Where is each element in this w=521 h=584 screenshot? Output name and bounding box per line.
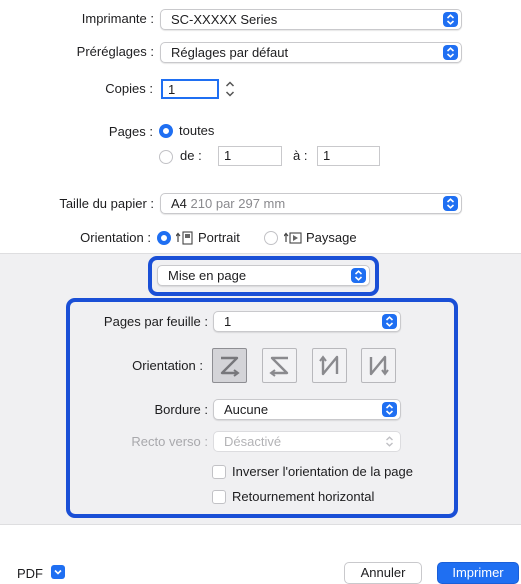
pages-from-field[interactable]: 1 <box>218 146 282 166</box>
flip-horizontal-label: Retournement horizontal <box>232 489 375 504</box>
copies-field[interactable]: 1 <box>161 79 219 99</box>
portrait-icon <box>176 231 193 245</box>
popup-arrows-icon <box>382 402 397 417</box>
presets-popup[interactable]: Réglages par défaut <box>160 42 462 63</box>
popup-arrows-icon <box>443 196 458 211</box>
border-popup[interactable]: Aucune <box>213 399 401 420</box>
pages-to-label: à : <box>293 148 308 163</box>
duplex-popup: Désactivé <box>213 431 401 452</box>
paper-size-value: A4 <box>171 196 187 211</box>
printer-label: Imprimante : <box>81 11 154 26</box>
reverse-orientation-label: Inverser l'orientation de la page <box>232 464 413 479</box>
orientation-portrait-radio[interactable] <box>157 231 171 245</box>
pages-all-radio[interactable] <box>159 124 173 138</box>
duplex-value: Désactivé <box>224 434 282 449</box>
copies-label: Copies : <box>105 81 153 96</box>
pages-per-sheet-label: Pages par feuille : <box>103 314 208 329</box>
print-button[interactable]: Imprimer <box>437 562 519 584</box>
popup-arrows-icon <box>443 45 458 60</box>
popup-arrows-icon <box>443 12 458 27</box>
paper-size-popup[interactable]: A4 210 par 297 mm <box>160 193 462 214</box>
border-label: Bordure : <box>154 402 208 417</box>
pages-per-sheet-value: 1 <box>224 314 232 329</box>
popup-arrows-icon <box>382 314 397 329</box>
section-value: Mise en page <box>168 268 247 283</box>
presets-value: Réglages par défaut <box>171 45 289 60</box>
reverse-n-order-icon[interactable] <box>312 348 347 383</box>
pdf-label: PDF <box>17 566 43 581</box>
copies-stepper[interactable] <box>223 78 237 100</box>
paper-size-detail: 210 par 297 mm <box>190 196 286 211</box>
z-order-icon[interactable] <box>212 348 247 383</box>
orientation-portrait-label: Portrait <box>198 230 240 245</box>
layout-direction-label: Orientation : <box>132 358 203 373</box>
reverse-z-order-icon[interactable] <box>262 348 297 383</box>
n-order-icon[interactable] <box>361 348 396 383</box>
pdf-menu[interactable]: PDF <box>17 565 65 581</box>
presets-label: Préréglages : <box>76 44 154 59</box>
reverse-orientation-checkbox[interactable] <box>212 465 226 479</box>
pages-per-sheet-popup[interactable]: 1 <box>213 311 401 332</box>
section-popup[interactable]: Mise en page <box>157 265 370 286</box>
stepper-arrows-icon <box>225 81 235 97</box>
flip-horizontal-checkbox[interactable] <box>212 490 226 504</box>
popup-arrows-icon <box>382 434 397 449</box>
border-value: Aucune <box>224 402 269 417</box>
duplex-label: Recto verso : <box>131 434 208 449</box>
paper-size-label: Taille du papier : <box>59 196 154 211</box>
pages-from-label: de : <box>180 148 202 163</box>
pages-label: Pages : <box>108 124 153 139</box>
printer-popup[interactable]: SC-XXXXX Series <box>160 9 462 30</box>
orientation-landscape-radio[interactable] <box>264 231 278 245</box>
pages-to-field[interactable]: 1 <box>317 146 380 166</box>
printer-value: SC-XXXXX Series <box>171 12 278 27</box>
popup-arrows-icon <box>351 268 366 283</box>
landscape-icon <box>284 232 302 244</box>
pages-range-radio[interactable] <box>159 150 173 164</box>
cancel-button[interactable]: Annuler <box>344 562 422 584</box>
orientation-label: Orientation : <box>80 230 151 245</box>
chevron-down-icon <box>51 565 65 579</box>
orientation-landscape-label: Paysage <box>306 230 357 245</box>
pages-all-label: toutes <box>179 123 215 138</box>
